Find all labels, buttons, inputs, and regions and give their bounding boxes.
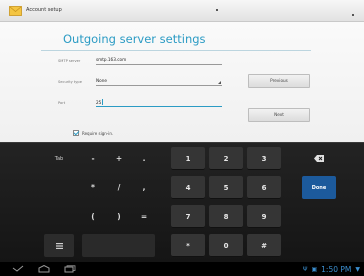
key-plus[interactable]: + [108, 147, 130, 170]
clock: 1:50 PM [321, 264, 352, 274]
usb-icon: Ψ [302, 265, 308, 273]
key-tab[interactable]: Tab [44, 147, 74, 170]
port-field[interactable]: 25 [96, 96, 222, 107]
require-signin-row[interactable]: Require sign-in. [73, 129, 113, 137]
page-title: Outgoing server settings [63, 32, 206, 46]
key-comma[interactable]: , [133, 176, 155, 199]
key-right-paren[interactable]: ) [108, 205, 130, 228]
done-button[interactable]: Done [302, 176, 336, 199]
key-9[interactable]: 9 [247, 205, 281, 228]
text-cursor [102, 99, 104, 105]
action-bar-dot [216, 9, 218, 11]
smtp-server-field[interactable]: smtp.163.com [96, 54, 222, 65]
key-1[interactable]: 1 [171, 147, 205, 170]
key-slash[interactable]: / [108, 176, 130, 199]
action-bar-title: Account setup [26, 7, 62, 13]
key-minus[interactable]: - [82, 147, 104, 170]
require-signin-label: Require sign-in. [82, 130, 114, 136]
wifi-icon: ▼ [355, 265, 360, 273]
key-left-paren[interactable]: ( [82, 205, 104, 228]
overflow-menu-icon[interactable] [352, 14, 354, 16]
key-space[interactable] [82, 234, 155, 257]
port-value: 25 [96, 100, 102, 105]
next-button[interactable]: Next [248, 108, 310, 122]
key-4[interactable]: 4 [171, 176, 205, 199]
smtp-server-value: smtp.163.com [96, 57, 127, 62]
recent-apps-icon[interactable] [64, 265, 76, 273]
key-6[interactable]: 6 [247, 176, 281, 199]
email-envelope-icon[interactable] [9, 5, 22, 16]
smtp-server-label: SMTP server [58, 59, 81, 63]
back-icon[interactable] [12, 265, 24, 273]
numeric-keyboard: Tab - + . 1 2 3 * / , 4 5 6 Done ( ) = 7… [0, 142, 364, 262]
security-type-label: Security type [58, 80, 82, 84]
key-5[interactable]: 5 [209, 176, 243, 199]
keyboard-settings-icon[interactable] [44, 234, 74, 257]
key-asterisk[interactable]: * [82, 176, 104, 199]
require-signin-checkbox[interactable] [73, 130, 79, 136]
key-equals[interactable]: = [133, 205, 155, 228]
key-3[interactable]: 3 [247, 147, 281, 170]
action-bar: Account setup [0, 0, 364, 22]
key-star[interactable]: * [171, 234, 205, 257]
system-bar: Ψ ▣ 1:50 PM ▼ [0, 262, 364, 276]
key-2[interactable]: 2 [209, 147, 243, 170]
spinner-arrow-icon [218, 81, 221, 84]
key-0[interactable]: 0 [209, 234, 243, 257]
security-type-spinner[interactable]: None [96, 75, 222, 86]
status-area: Ψ ▣ 1:50 PM ▼ [303, 264, 360, 274]
key-7[interactable]: 7 [171, 205, 205, 228]
backspace-icon[interactable] [302, 147, 336, 170]
settings-panel: Outgoing server settings SMTP server smt… [0, 22, 364, 142]
home-icon[interactable] [38, 265, 50, 273]
port-label: Port [58, 101, 66, 105]
screenshot-icon: ▣ [311, 265, 318, 273]
previous-button[interactable]: Previous [248, 74, 310, 88]
security-type-value: None [96, 78, 107, 83]
title-divider [41, 50, 311, 51]
key-period[interactable]: . [133, 147, 155, 170]
key-8[interactable]: 8 [209, 205, 243, 228]
key-hash[interactable]: # [247, 234, 281, 257]
